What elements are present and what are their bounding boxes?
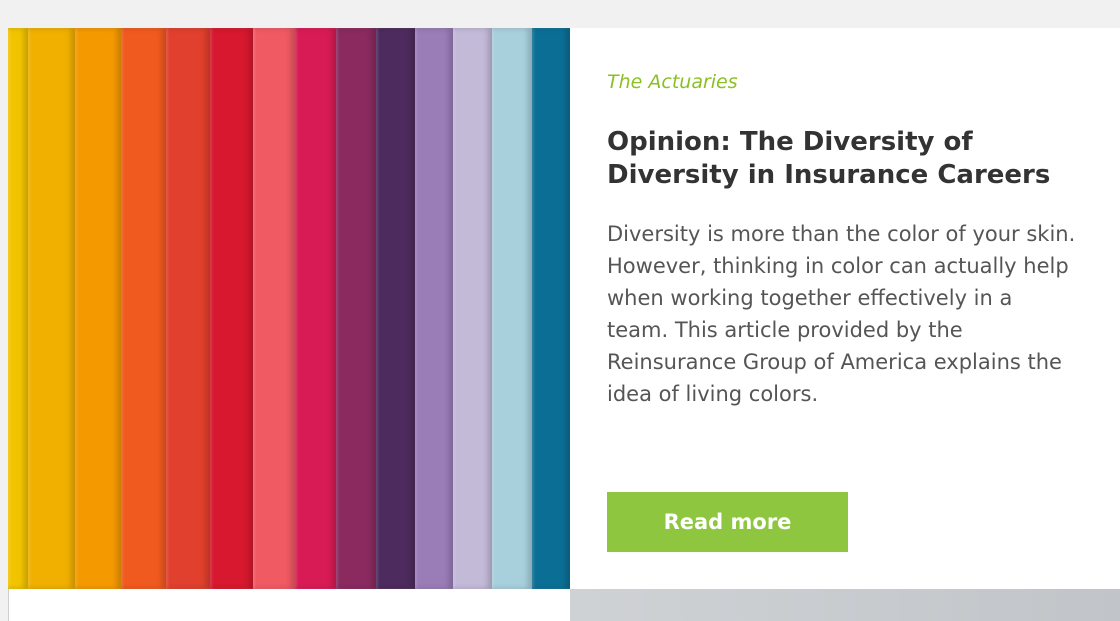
page: The Actuaries Opinion: The Diversity of … [0, 0, 1120, 621]
stripe [75, 28, 121, 589]
article-source[interactable]: The Actuaries [607, 71, 738, 93]
stripe [210, 28, 253, 589]
stripe [121, 28, 166, 589]
stripe [8, 28, 28, 589]
stripe [415, 28, 453, 589]
article-card: The Actuaries Opinion: The Diversity of … [8, 28, 1120, 589]
stripe [492, 28, 532, 589]
stripe [376, 28, 415, 589]
next-card-left [9, 589, 570, 621]
read-more-button[interactable]: Read more [607, 492, 848, 552]
stripe [532, 28, 570, 589]
article-image[interactable] [8, 28, 570, 589]
article-headline[interactable]: Opinion: The Diversity of Diversity in I… [607, 126, 1077, 192]
stripe [295, 28, 336, 589]
stripe [28, 28, 75, 589]
stripe [453, 28, 492, 589]
article-summary: Diversity is more than the color of your… [607, 222, 1076, 406]
stripe [253, 28, 295, 589]
article-content: The Actuaries Opinion: The Diversity of … [570, 28, 1120, 589]
stripe [336, 28, 376, 589]
next-card-right [570, 589, 1120, 621]
stripe [166, 28, 210, 589]
